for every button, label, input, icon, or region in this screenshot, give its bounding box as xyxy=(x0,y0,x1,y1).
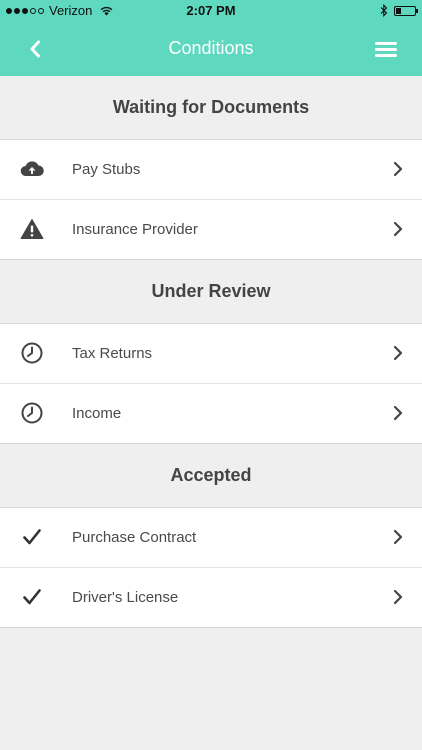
chevron-right-icon xyxy=(393,345,403,361)
hamburger-menu-icon xyxy=(375,41,397,57)
cloud-upload-icon xyxy=(20,157,44,181)
section-title-waiting: Waiting for Documents xyxy=(112,97,310,117)
status-right xyxy=(380,4,418,17)
list-item-label: Tax Returns xyxy=(72,345,153,362)
section-group-under-review: Tax Returns Income xyxy=(0,323,422,444)
battery-fill xyxy=(396,7,401,14)
list-item-label: Pay Stubs xyxy=(72,161,141,178)
status-bar: Verizon 2:07 PM xyxy=(0,0,422,22)
header: Verizon 2:07 PM Conditions xyxy=(0,0,422,76)
chevron-right-icon xyxy=(393,221,403,237)
menu-button[interactable] xyxy=(370,34,402,64)
list-item-purchase-contract[interactable]: Purchase Contract xyxy=(0,508,422,568)
list-item-drivers-license[interactable]: Driver's License xyxy=(0,568,422,627)
status-time: 2:07 PM xyxy=(186,3,236,18)
list-item-label: Purchase Contract xyxy=(72,529,197,546)
clock-icon xyxy=(20,341,44,365)
list-item-income[interactable]: Income xyxy=(0,384,422,443)
checkmark-icon xyxy=(20,585,44,609)
bluetooth-icon xyxy=(380,4,388,17)
section-title-under-review: Under Review xyxy=(151,281,271,301)
chevron-right-icon xyxy=(393,589,403,605)
conditions-list: Waiting for Documents Pay Stubs Insuranc… xyxy=(0,76,422,628)
list-item-label: Driver's License xyxy=(72,589,179,606)
chevron-right-icon xyxy=(393,529,403,545)
clock-icon xyxy=(20,401,44,425)
conditions-screen: Verizon 2:07 PM Conditions Waiting for D… xyxy=(0,0,422,750)
list-item-label: Income xyxy=(72,405,122,422)
chevron-right-icon xyxy=(393,405,403,421)
list-item-insurance-provider[interactable]: Insurance Provider xyxy=(0,200,422,259)
battery-icon xyxy=(394,5,418,16)
list-item-label: Insurance Provider xyxy=(72,221,198,238)
list-item-pay-stubs[interactable]: Pay Stubs xyxy=(0,140,422,200)
section-group-waiting: Pay Stubs Insurance Provider xyxy=(0,139,422,260)
section-group-accepted: Purchase Contract Driver's License xyxy=(0,507,422,628)
section-title-accepted: Accepted xyxy=(170,465,252,485)
warning-icon xyxy=(20,217,44,241)
list-item-tax-returns[interactable]: Tax Returns xyxy=(0,324,422,384)
checkmark-icon xyxy=(20,525,44,549)
page-title: Conditions xyxy=(168,38,254,58)
nav-bar: Conditions xyxy=(0,22,422,76)
chevron-right-icon xyxy=(393,161,403,177)
